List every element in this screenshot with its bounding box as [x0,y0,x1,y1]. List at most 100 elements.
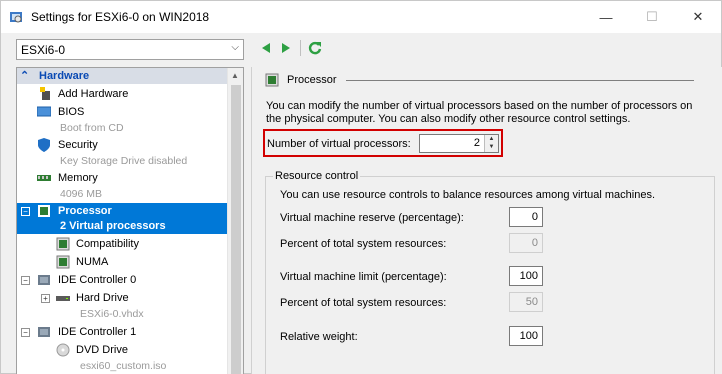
collapse-icon[interactable]: − [21,276,30,285]
tree-item-sublabel: Boot from CD [60,122,124,134]
dvd-icon [56,343,70,357]
settings-window: Settings for ESXi6-0 on WIN2018 — ☐ ✕ ES… [0,0,722,374]
tree-item-label: Memory [58,172,98,184]
chevron-down-icon: ⌵ [231,42,239,53]
processor-section-title: Processor [287,74,337,86]
tree-item-label: IDE Controller 1 [58,326,137,338]
processor-description: You can modify the number of virtual pro… [266,100,693,125]
tree-item-sublabel: Key Storage Drive disabled [60,155,188,167]
hardware-section-header[interactable]: ⌃ Hardware [17,68,228,84]
collapse-icon: ⌃ [20,70,30,82]
relative-weight-value: 100 [519,330,538,342]
expand-icon[interactable]: + [41,294,50,303]
tree-item-hard-drive[interactable]: + Hard Drive [17,290,228,306]
window-title: Settings for ESXi6-0 on WIN2018 [31,10,210,24]
controller-icon [38,327,50,337]
reserve-percent-total-label: Percent of total system resources: [280,238,447,250]
tree-item-sublabel: 2 Virtual processors [60,220,166,232]
tree-item-compatibility[interactable]: Compatibility [17,236,228,252]
back-button[interactable] [257,39,275,57]
settings-app-icon [10,12,22,23]
resource-control-title: Resource control [273,170,361,182]
tree-item-sublabel: esxi60_custom.iso [80,360,167,372]
tree-item-label: BIOS [58,106,85,118]
limit-percent-total-value: 50 [525,296,538,308]
reserve-percent-total-input: 0 [509,233,543,253]
tree-item-label: Compatibility [76,238,139,250]
tree-item-add-hardware[interactable]: Add Hardware [17,86,228,102]
tree-item-sublabel: ESXi6-0.vhdx [80,308,144,320]
vm-selector-value: ESXi6-0 [21,43,66,57]
tree-item-memory[interactable]: Memory [17,170,228,186]
settings-panel: Processor You can modify the number of v… [251,67,722,374]
tree-item-label: Hard Drive [76,292,129,304]
tree-item-numa[interactable]: NUMA [17,254,228,270]
processor-icon [56,237,70,251]
vm-limit-value: 100 [519,270,538,282]
vm-limit-input[interactable]: 100 [509,266,543,286]
forward-button[interactable] [277,39,295,57]
vm-limit-label: Virtual machine limit (percentage): [280,271,447,283]
reserve-percent-total-value: 0 [531,237,538,249]
maximize-button[interactable]: ☐ [629,1,675,33]
title-bar: Settings for ESXi6-0 on WIN2018 — ☐ ✕ [1,1,721,33]
spin-down-icon[interactable]: ▼ [485,143,498,151]
shield-icon [38,138,50,152]
resource-control-description: You can use resource controls to balance… [280,189,656,201]
hardware-tree[interactable]: ⌃ Hardware Add Hardware BIOS Boot from C… [16,67,244,374]
tree-item-dvd-drive-detail: esxi60_custom.iso [17,358,228,374]
processor-icon [56,255,70,269]
forward-arrow-icon [282,43,290,53]
bios-icon [37,106,51,117]
scroll-up-icon[interactable]: ▲ [231,71,239,80]
hard-drive-icon [56,296,70,301]
tree-item-ide-controller-1[interactable]: − IDE Controller 1 [17,324,228,340]
hardware-section-label: Hardware [39,70,90,82]
vm-selector-dropdown[interactable]: ESXi6-0 ⌵ [16,39,244,60]
tree-item-label: Processor [58,205,112,217]
panel-divider [251,67,252,374]
tree-item-label: NUMA [76,256,109,268]
controller-icon [38,275,50,285]
limit-percent-total-label: Percent of total system resources: [280,297,447,309]
collapse-icon[interactable]: − [21,207,30,216]
tree-item-security[interactable]: Security [17,137,228,153]
virtual-processors-stepper[interactable]: 2 ▲ ▼ [419,134,499,153]
relative-weight-input[interactable]: 100 [509,326,543,346]
vm-reserve-input[interactable]: 0 [509,207,543,227]
tree-item-label: DVD Drive [76,344,128,356]
spin-up-icon[interactable]: ▲ [485,135,498,143]
tree-item-ide-controller-0[interactable]: − IDE Controller 0 [17,272,228,288]
processor-icon [265,73,279,87]
minimize-button[interactable]: — [583,1,629,33]
tree-item-sublabel: 4096 MB [60,188,103,200]
tree-item-bios[interactable]: BIOS [17,104,228,120]
tree-item-security-detail: Key Storage Drive disabled [17,153,228,169]
tree-item-processor[interactable]: − Processor 2 Virtual processors [17,203,228,234]
relative-weight-label: Relative weight: [280,331,358,343]
add-hardware-icon [40,87,50,100]
tree-item-label: Add Hardware [58,88,129,100]
refresh-button[interactable] [306,39,324,57]
tree-item-label: IDE Controller 0 [58,274,137,286]
section-divider [346,80,694,81]
memory-icon [37,175,51,181]
tree-item-bios-detail: Boot from CD [17,120,228,136]
tree-item-label: Security [58,139,98,151]
collapse-icon[interactable]: − [21,328,30,337]
close-button[interactable]: ✕ [675,1,721,33]
tree-item-dvd-drive[interactable]: DVD Drive [17,342,228,358]
toolbar-separator [300,40,301,56]
refresh-icon [308,41,322,55]
limit-percent-total-input: 50 [509,292,543,312]
vm-reserve-value: 0 [531,211,538,223]
tree-item-hard-drive-detail: ESXi6-0.vhdx [17,306,228,322]
processor-icon [38,205,50,217]
vm-reserve-label: Virtual machine reserve (percentage): [280,212,464,224]
back-arrow-icon [262,43,270,53]
virtual-processors-label: Number of virtual processors: [267,138,411,150]
tree-scrollbar[interactable]: ▲ [227,68,243,374]
scrollbar-thumb[interactable] [231,85,241,374]
virtual-processors-value[interactable]: 2 [474,137,480,149]
tree-item-memory-detail: 4096 MB [17,186,228,202]
